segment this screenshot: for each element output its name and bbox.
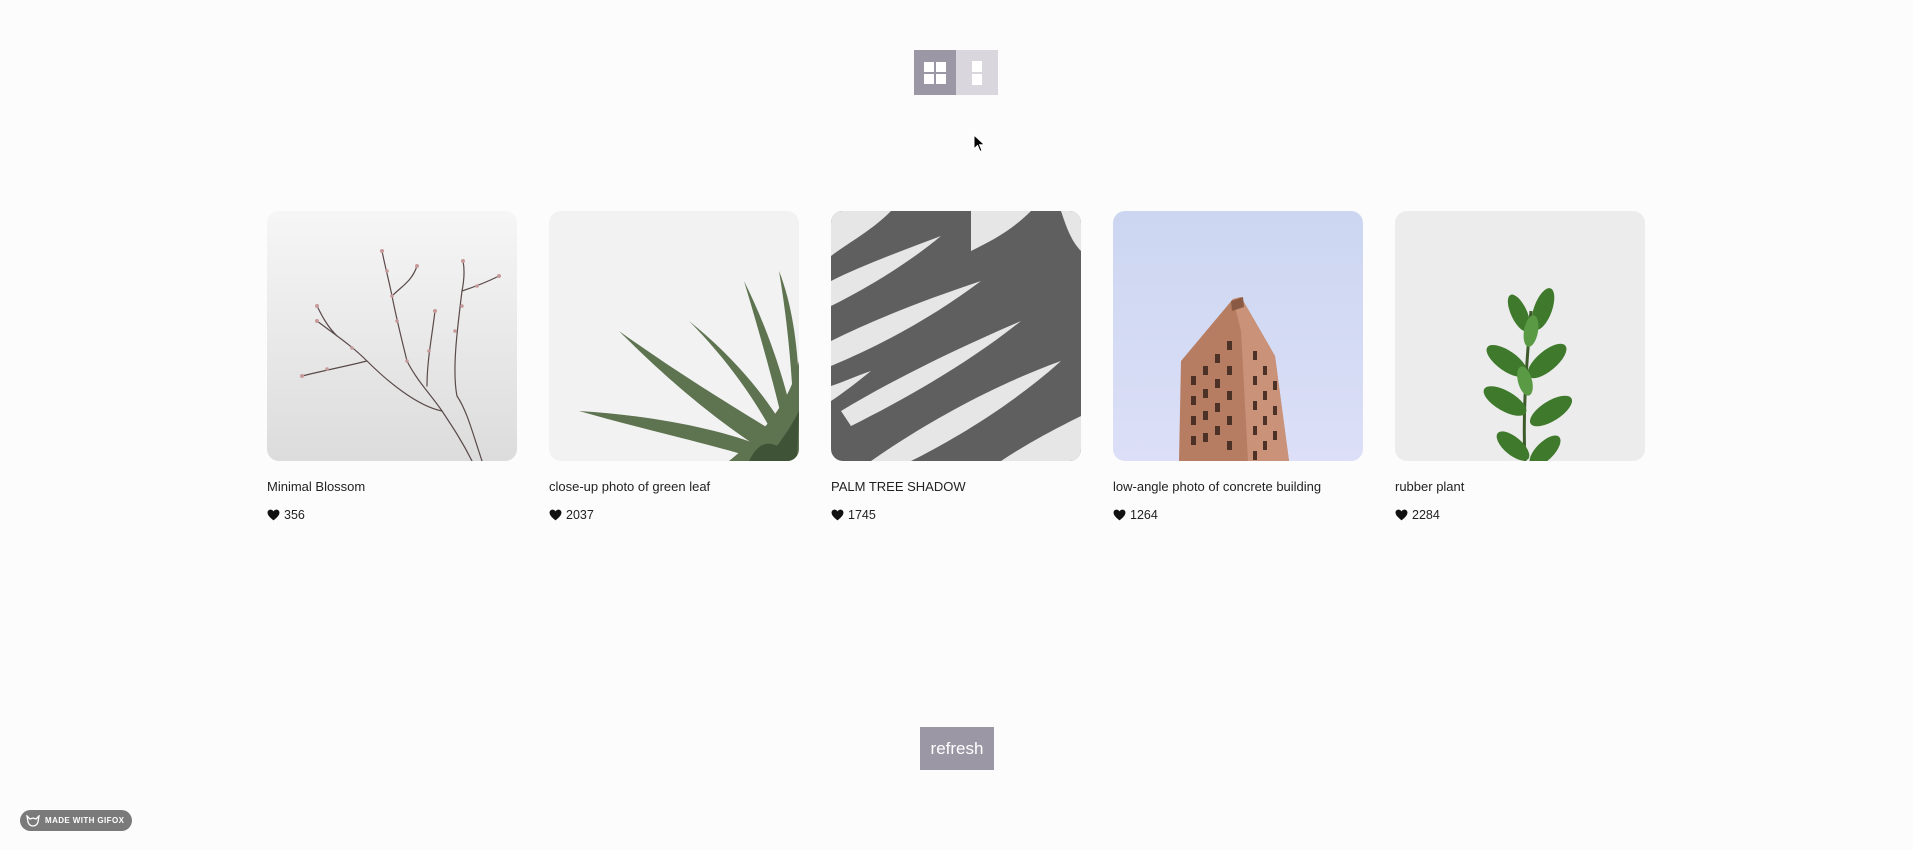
photo-card[interactable]: low-angle photo of concrete building 126…: [1113, 211, 1363, 523]
photo-card[interactable]: close-up photo of green leaf 2037: [549, 211, 799, 523]
gifox-badge-label: MADE WITH GIFOX: [45, 816, 125, 825]
like-count: 1745: [831, 507, 1081, 523]
grid-view-button[interactable]: [914, 50, 956, 95]
photo-card[interactable]: Minimal Blossom 356: [267, 211, 517, 523]
photo-thumbnail-rubber-plant[interactable]: [1395, 211, 1645, 461]
gifox-badge[interactable]: MADE WITH GIFOX: [20, 810, 133, 831]
photo-thumbnail-palm-shadow[interactable]: [831, 211, 1081, 461]
grid-icon: [924, 61, 946, 84]
photo-thumbnail-branch-blossom[interactable]: [267, 211, 517, 461]
photo-thumbnail-flatiron-building[interactable]: [1113, 211, 1363, 461]
heart-icon[interactable]: [549, 509, 562, 521]
photo-card[interactable]: PALM TREE SHADOW 1745: [831, 211, 1081, 523]
like-count: 2284: [1395, 507, 1645, 523]
refresh-button[interactable]: refresh: [920, 727, 994, 770]
photo-title: rubber plant: [1395, 479, 1465, 494]
like-count-value: 356: [284, 508, 305, 522]
like-count: 356: [267, 507, 517, 523]
fox-icon: [26, 814, 40, 827]
like-count: 2037: [549, 507, 799, 523]
photo-card[interactable]: rubber plant 2284: [1395, 211, 1645, 523]
heart-icon[interactable]: [831, 509, 844, 521]
photo-thumbnail-green-leaf[interactable]: [549, 211, 799, 461]
mouse-cursor-icon: [973, 134, 986, 153]
photo-title: low-angle photo of concrete building: [1113, 479, 1322, 494]
like-count-value: 1745: [848, 508, 876, 522]
photo-title: Minimal Blossom: [267, 479, 366, 494]
photo-title: close-up photo of green leaf: [549, 479, 711, 494]
list-icon: [972, 60, 982, 85]
photo-title: PALM TREE SHADOW: [831, 479, 966, 494]
like-count-value: 2284: [1412, 508, 1440, 522]
list-view-button[interactable]: [956, 50, 998, 95]
heart-icon[interactable]: [1113, 509, 1126, 521]
photo-gallery: Minimal Blossom 356 close-up photo of gr…: [267, 211, 1645, 523]
like-count: 1264: [1113, 507, 1363, 523]
heart-icon[interactable]: [267, 509, 280, 521]
like-count-value: 2037: [566, 508, 594, 522]
view-toggle: [914, 50, 998, 95]
heart-icon[interactable]: [1395, 509, 1408, 521]
like-count-value: 1264: [1130, 508, 1158, 522]
